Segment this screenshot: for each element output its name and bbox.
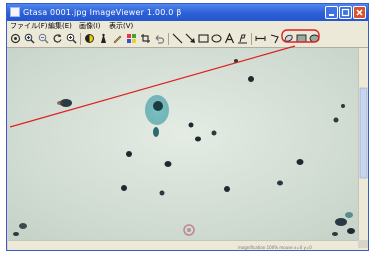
figure-icon[interactable] bbox=[98, 33, 109, 44]
rectangle-select-icon[interactable] bbox=[296, 33, 307, 44]
micrograph-image bbox=[8, 48, 358, 240]
zoom-out-icon[interactable] bbox=[38, 33, 49, 44]
window-title: Gtasa 0001.jpg ImageViewer 1.00.0 β bbox=[23, 8, 182, 17]
ellipse-icon[interactable] bbox=[211, 33, 222, 44]
open-icon[interactable] bbox=[10, 33, 21, 44]
magnify-icon[interactable] bbox=[66, 33, 77, 44]
menu-view[interactable]: 表示(V) bbox=[109, 21, 133, 31]
text-stylized-icon[interactable] bbox=[237, 33, 248, 44]
menu-edit[interactable]: 編集(E) bbox=[48, 21, 72, 31]
close-button[interactable] bbox=[353, 6, 366, 19]
text-A-icon[interactable] bbox=[224, 33, 235, 44]
zoom-in-icon[interactable] bbox=[24, 33, 35, 44]
pen-icon[interactable] bbox=[112, 33, 123, 44]
undo-icon[interactable] bbox=[154, 33, 165, 44]
rectangle-icon[interactable] bbox=[198, 33, 209, 44]
app-icon bbox=[10, 7, 20, 17]
image-canvas[interactable] bbox=[8, 48, 358, 240]
vertical-scrollbar[interactable] bbox=[358, 48, 368, 240]
title-bar[interactable]: Gtasa 0001.jpg ImageViewer 1.00.0 β bbox=[7, 4, 368, 21]
arrow-icon[interactable] bbox=[185, 33, 196, 44]
maximize-icon bbox=[341, 8, 350, 17]
close-icon bbox=[356, 9, 363, 16]
color-adjust-icon[interactable] bbox=[126, 33, 137, 44]
angle-icon[interactable] bbox=[269, 33, 280, 44]
crop-icon[interactable] bbox=[140, 33, 151, 44]
menu-image[interactable]: 画像(I) bbox=[79, 21, 101, 31]
brightness-icon[interactable] bbox=[84, 33, 95, 44]
ellipse-select-icon[interactable] bbox=[309, 33, 320, 44]
area-select-icon[interactable] bbox=[283, 33, 294, 44]
status-bar: magnification 100% mouse x=0 y=0 bbox=[8, 245, 368, 250]
image-viewer-window: Gtasa 0001.jpg ImageViewer 1.00.0 β ファイル… bbox=[6, 3, 369, 251]
maximize-button[interactable] bbox=[339, 6, 352, 19]
minimize-icon bbox=[329, 14, 334, 16]
minimize-button[interactable] bbox=[325, 6, 338, 19]
line-icon[interactable] bbox=[172, 33, 183, 44]
measure-line-icon[interactable] bbox=[255, 33, 266, 44]
menu-bar: ファイル(F) 編集(E) 画像(I) 表示(V) bbox=[7, 21, 368, 31]
toolbar bbox=[7, 31, 368, 48]
status-text: magnification 100% mouse x=0 y=0 bbox=[238, 245, 312, 250]
rotate-icon[interactable] bbox=[52, 33, 63, 44]
menu-file[interactable]: ファイル(F) bbox=[10, 21, 48, 31]
